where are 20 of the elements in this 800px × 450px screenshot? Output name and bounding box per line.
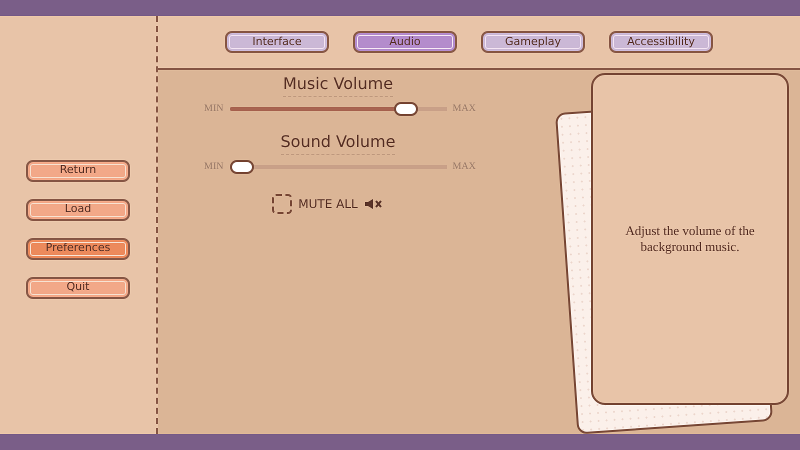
tab[interactable]: Interface — [225, 31, 329, 53]
slider-title: Sound Volume — [280, 130, 396, 155]
menu-button[interactable]: Preferences — [26, 238, 130, 260]
slider-thumb[interactable] — [394, 102, 418, 116]
menu-button[interactable]: Load — [26, 198, 130, 220]
description-text: Adjust the volume of the background music. — [624, 223, 756, 255]
tab[interactable]: Gameplay — [481, 31, 585, 53]
menu-button[interactable]: Quit — [26, 276, 130, 298]
tab[interactable]: Audio — [353, 31, 457, 53]
slider-title: Music Volume — [282, 72, 394, 97]
max-label: MAX — [452, 160, 476, 174]
tab[interactable]: Accessibility — [609, 31, 713, 53]
slider-thumb[interactable] — [230, 160, 254, 174]
min-label: MIN — [203, 102, 224, 116]
max-label: MAX — [452, 102, 476, 116]
mute-label: MUTE ALL — [298, 196, 358, 213]
menu-button[interactable]: Return — [26, 160, 130, 182]
min-label: MIN — [203, 160, 224, 174]
muted-speaker-icon — [364, 198, 384, 210]
mute-checkbox[interactable] — [272, 194, 292, 214]
